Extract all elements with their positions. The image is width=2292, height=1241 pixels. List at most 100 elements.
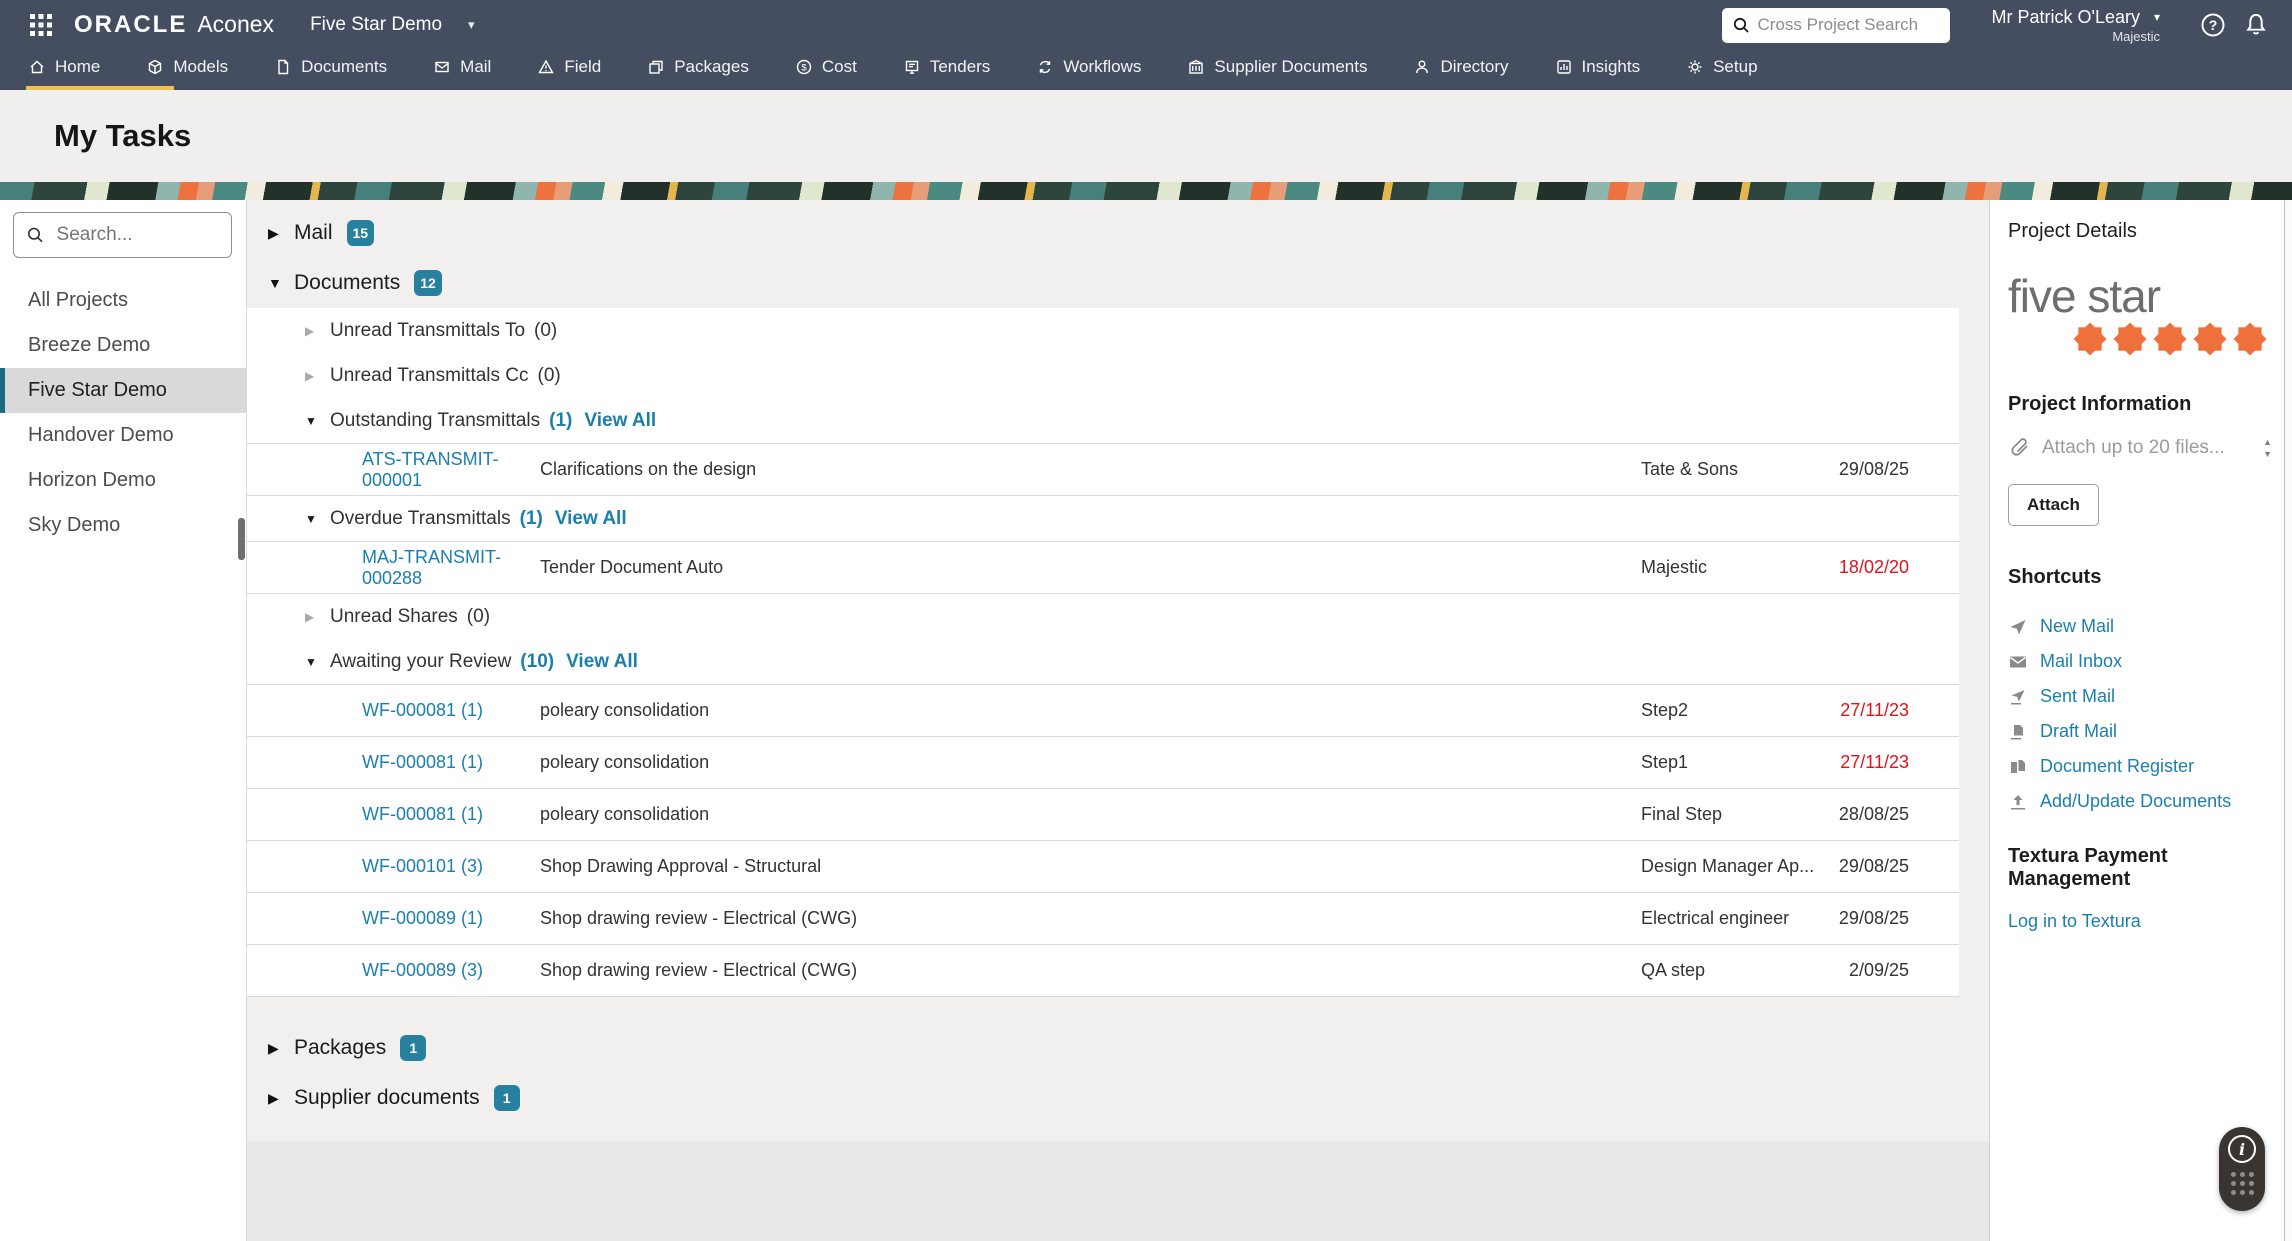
subsection-unread-transmittals-cc[interactable]: ▶ Unread Transmittals Cc (0) [247,353,1959,398]
sidebar-item-all-projects[interactable]: All Projects [0,278,246,323]
nav-item-setup[interactable]: Setup [1686,44,1757,90]
section-documents[interactable]: ▼ Documents 12 [247,258,1989,308]
view-all-link[interactable]: View All [584,410,656,432]
nav-item-mail[interactable]: Mail [433,44,491,90]
top-navbar: ORACLE Aconex Five Star Demo ▾ Mr Patric… [0,0,2292,90]
shortcut-document-register[interactable]: Document Register [2040,756,2194,777]
chevron-right-icon: ▶ [305,610,330,624]
workflow-link[interactable]: WF-000081 (1) [362,752,540,773]
row-subject: Shop drawing review - Electrical (CWG) [540,908,1641,929]
workflow-link[interactable]: WF-000089 (1) [362,908,540,929]
nav-label: Home [55,57,100,77]
insights-chart-icon [1555,58,1573,76]
nav-label: Field [564,57,601,77]
nav-item-home[interactable]: Home [28,44,100,90]
view-all-link[interactable]: View All [555,508,627,530]
row-subject: poleary consolidation [540,700,1641,721]
subsection-outstanding-transmittals[interactable]: ▼ Outstanding Transmittals (1) View All [247,398,1959,443]
nav-item-tenders[interactable]: Tenders [903,44,990,90]
sidebar-item-breeze-demo[interactable]: Breeze Demo [0,323,246,368]
chevron-down-icon: ▼ [305,655,330,669]
document-icon [274,58,292,76]
attach-button[interactable]: Attach [2008,484,2099,526]
sidebar-search[interactable] [13,212,232,258]
section-supplier-documents[interactable]: ▶ Supplier documents 1 [247,1073,1989,1123]
svg-text:?: ? [2209,17,2218,33]
shortcut-sent-mail[interactable]: Sent Mail [2040,686,2115,707]
sidebar-item-sky-demo[interactable]: Sky Demo [0,503,246,548]
shortcut-new-mail[interactable]: New Mail [2040,616,2114,637]
assistant-widget[interactable]: i [2219,1127,2265,1211]
user-menu[interactable]: Mr Patrick O'Leary ▾ Majestic [1992,7,2161,44]
shortcut-draft-mail[interactable]: Draft Mail [2040,721,2117,742]
transmittal-link[interactable]: MAJ-TRANSMIT-000288 [362,547,540,589]
workflow-link[interactable]: WF-000081 (1) [362,700,540,721]
sidebar-search-input[interactable] [57,224,219,246]
section-packages[interactable]: ▶ Packages 1 [247,1023,1989,1073]
sidebar-item-five-star-demo[interactable]: Five Star Demo [0,368,246,413]
app-launcher-icon[interactable] [28,12,54,38]
row-party: Majestic [1641,557,1831,578]
row-date: 28/08/25 [1831,804,1909,825]
subsection-unread-shares[interactable]: ▶ Unread Shares (0) [247,594,1959,639]
workflow-link[interactable]: WF-000101 (3) [362,856,540,877]
subsection-awaiting-your-review[interactable]: ▼ Awaiting your Review (10) View All [247,639,1959,684]
cross-project-search[interactable] [1722,8,1950,43]
row-step: Design Manager Ap... [1641,856,1831,877]
nav-item-field[interactable]: Field [537,44,601,90]
sidebar-item-handover-demo[interactable]: Handover Demo [0,413,246,458]
nav-item-documents[interactable]: Documents [274,44,387,90]
row-date-overdue: 27/11/23 [1831,752,1909,773]
tasks-content: ▶ Mail 15 ▼ Documents 12 ▶ Unread Transm… [247,200,1989,1241]
overdue-transmittals-rows: MAJ-TRANSMIT-000288 Tender Document Auto… [247,541,1959,594]
nav-item-workflows[interactable]: Workflows [1036,44,1141,90]
row-date: 29/08/25 [1831,459,1909,480]
row-step: Step2 [1641,700,1831,721]
row-step: QA step [1641,960,1831,981]
sidebar-scrollbar[interactable] [238,518,245,560]
nav-item-insights[interactable]: Insights [1555,44,1641,90]
nav-item-cost[interactable]: $ Cost [795,44,857,90]
field-warning-icon [537,58,555,76]
textura-login-link[interactable]: Log in to Textura [2008,911,2141,932]
workflow-link[interactable]: WF-000081 (1) [362,804,540,825]
shortcut-mail-inbox[interactable]: Mail Inbox [2040,651,2122,672]
subsection-count: (0) [534,320,557,342]
project-logo: five star [2008,269,2274,359]
nav-item-supplier-documents[interactable]: Supplier Documents [1187,44,1367,90]
subsection-unread-transmittals-to[interactable]: ▶ Unread Transmittals To (0) [247,308,1959,353]
chevron-right-icon: ▶ [268,225,294,242]
page-body: All Projects Breeze Demo Five Star Demo … [0,200,2292,1241]
help-icon[interactable]: ? [2200,12,2226,38]
awaiting-review-rows: WF-000081 (1) poleary consolidation Step… [247,684,1959,997]
view-all-link[interactable]: View All [566,651,638,673]
nav-item-models[interactable]: Models [146,44,228,90]
new-mail-send-icon [2008,617,2028,637]
subsection-overdue-transmittals[interactable]: ▼ Overdue Transmittals (1) View All [247,496,1959,541]
subsection-label: Awaiting your Review [330,651,511,673]
row-subject: Shop drawing review - Electrical (CWG) [540,960,1641,981]
outstanding-transmittals-rows: ATS-TRANSMIT-000001 Clarifications on th… [247,443,1959,496]
info-icon: i [2228,1135,2256,1163]
workflow-link[interactable]: WF-000089 (3) [362,960,540,981]
section-label: Mail [294,221,333,245]
row-date: 2/09/25 [1831,960,1909,981]
shortcut-add-update-documents[interactable]: Add/Update Documents [2040,791,2231,812]
nav-item-packages[interactable]: Packages [647,44,749,90]
nav-item-directory[interactable]: Directory [1413,44,1508,90]
section-label: Packages [294,1036,386,1060]
subsection-label: Outstanding Transmittals [330,410,540,432]
sidebar-item-horizon-demo[interactable]: Horizon Demo [0,458,246,503]
notifications-bell-icon[interactable] [2244,12,2268,38]
page-scrollbar[interactable] [2284,200,2292,1241]
attach-files-field[interactable]: Attach up to 20 files... ▲▼ [2008,436,2274,460]
spinner-arrows-icon[interactable]: ▲▼ [2263,438,2272,459]
mail-count-badge: 15 [347,220,375,246]
section-mail[interactable]: ▶ Mail 15 [247,208,1989,258]
table-row: WF-000089 (3) Shop drawing review - Elec… [247,945,1959,997]
home-icon [28,58,46,76]
project-selector[interactable]: Five Star Demo ▾ [310,14,475,36]
cross-project-search-input[interactable] [1758,15,1940,35]
nav-label: Packages [674,57,749,77]
transmittal-link[interactable]: ATS-TRANSMIT-000001 [362,449,540,491]
